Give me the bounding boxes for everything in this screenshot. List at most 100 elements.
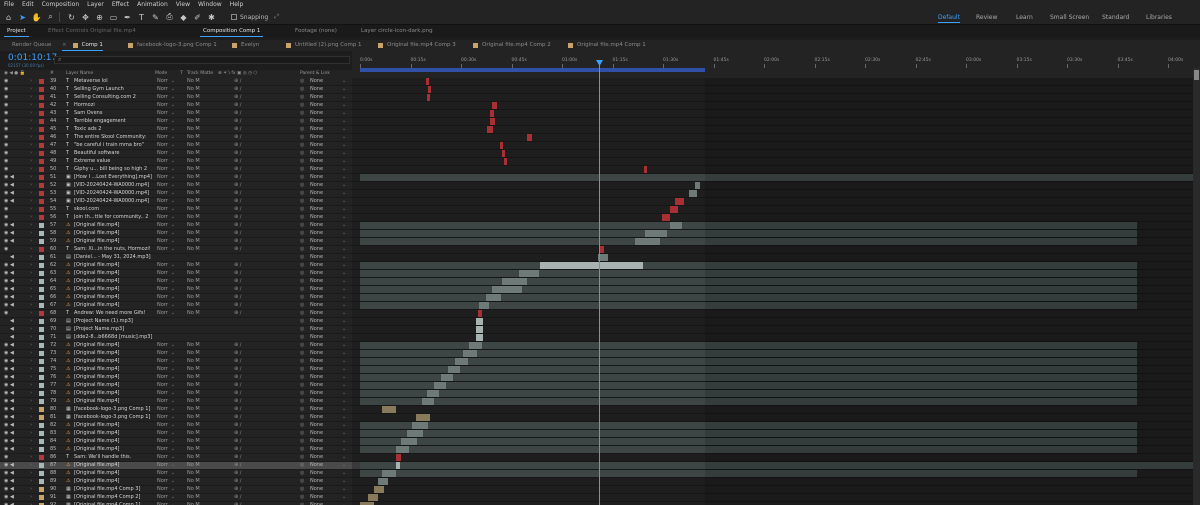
label-color-swatch[interactable] bbox=[39, 463, 44, 468]
parent-select[interactable]: None bbox=[310, 198, 346, 205]
expand-arrow-icon[interactable]: › bbox=[30, 438, 32, 445]
layer-name[interactable]: [Original file.mp4] bbox=[74, 238, 154, 245]
visibility-eye-icon[interactable]: ◉ bbox=[4, 294, 9, 301]
selection-tool-icon[interactable]: ➤ bbox=[17, 12, 28, 23]
layer-duration-bar[interactable] bbox=[427, 390, 439, 397]
layer-name[interactable]: Metaverse lol bbox=[74, 78, 154, 85]
layer-duration-bar[interactable] bbox=[368, 494, 378, 501]
visibility-eye-icon[interactable]: ◉ bbox=[4, 214, 9, 221]
expand-arrow-icon[interactable]: › bbox=[30, 174, 32, 181]
blend-mode-select[interactable]: Norr bbox=[157, 438, 175, 445]
blend-mode-select[interactable]: Norr bbox=[157, 302, 175, 309]
layer-duration-bar[interactable] bbox=[422, 398, 434, 405]
visibility-eye-icon[interactable] bbox=[4, 254, 9, 261]
pickwhip-icon[interactable]: ◎ bbox=[300, 94, 304, 101]
visibility-eye-icon[interactable]: ◉ bbox=[4, 262, 9, 269]
layer-duration-bar[interactable] bbox=[492, 286, 522, 293]
type-tool-icon[interactable]: T bbox=[136, 12, 147, 23]
layer-duration-bar[interactable] bbox=[476, 326, 483, 333]
label-color-swatch[interactable] bbox=[39, 439, 44, 444]
scrollbar-thumb[interactable] bbox=[1194, 70, 1199, 80]
layer-name[interactable]: [Original file.mp4] bbox=[74, 366, 154, 373]
parent-select[interactable]: None bbox=[310, 406, 346, 413]
pickwhip-icon[interactable]: ◎ bbox=[300, 374, 304, 381]
layer-row[interactable]: ◉◀ › 77 ⚠[Original file.mp4]Norr No M ⊕ ∕ ◎ Non… bbox=[0, 382, 352, 390]
label-color-swatch[interactable] bbox=[39, 215, 44, 220]
snapping-toggle[interactable]: Snapping ⤢ bbox=[231, 13, 279, 21]
layer-duration-bar[interactable] bbox=[469, 342, 482, 349]
audio-speaker-icon[interactable] bbox=[10, 166, 16, 173]
pickwhip-icon[interactable]: ◎ bbox=[300, 230, 304, 237]
brush-tool-icon[interactable]: ✎ bbox=[150, 12, 161, 23]
audio-speaker-icon[interactable]: ◀ bbox=[10, 262, 16, 269]
expand-arrow-icon[interactable]: › bbox=[30, 422, 32, 429]
blend-mode-select[interactable]: Norr bbox=[157, 150, 175, 157]
layer-name[interactable]: [Original file.mp4] bbox=[74, 390, 154, 397]
track-matte-select[interactable]: No M bbox=[187, 182, 200, 189]
expand-arrow-icon[interactable]: › bbox=[30, 462, 32, 469]
layer-switches[interactable]: ⊕ ∕ bbox=[234, 446, 241, 453]
label-color-swatch[interactable] bbox=[39, 271, 44, 276]
audio-speaker-icon[interactable] bbox=[10, 142, 16, 149]
layer-row[interactable]: ◉◀ › 91 ▦[Original file.mp4 Comp 2]Norr No M… bbox=[0, 494, 352, 502]
visibility-eye-icon[interactable] bbox=[4, 318, 9, 325]
pickwhip-icon[interactable]: ◎ bbox=[300, 278, 304, 285]
layer-switches[interactable]: ⊕ ∕ bbox=[234, 278, 241, 285]
audio-speaker-icon[interactable]: ◀ bbox=[10, 350, 16, 357]
label-color-swatch[interactable] bbox=[39, 87, 44, 92]
audio-speaker-icon[interactable]: ◀ bbox=[10, 414, 16, 421]
parent-select[interactable]: None bbox=[310, 374, 346, 381]
close-icon[interactable]: × bbox=[62, 40, 67, 51]
layer-switches[interactable]: ⊕ ∕ bbox=[234, 158, 241, 165]
audio-speaker-icon[interactable]: ◀ bbox=[10, 182, 16, 189]
label-color-swatch[interactable] bbox=[39, 311, 44, 316]
track-matte-select[interactable]: No M bbox=[187, 446, 200, 453]
tab-untitled-comp[interactable]: Untitled (2).png Comp 1 bbox=[286, 40, 362, 51]
visibility-eye-icon[interactable]: ◉ bbox=[4, 270, 9, 277]
layer-switches[interactable]: ⊕ ∕ bbox=[234, 94, 241, 101]
workspace-default[interactable]: Default bbox=[938, 10, 960, 25]
layer-switches[interactable]: ⊕ ∕ bbox=[234, 422, 241, 429]
layer-duration-bar[interactable] bbox=[478, 310, 482, 317]
layer-name[interactable]: Selling Consulting.com 2 bbox=[74, 94, 154, 101]
layer-name[interactable]: Giphy u... bill being so high 2 bbox=[74, 166, 154, 173]
layer-name[interactable]: [Original file.mp4] bbox=[74, 374, 154, 381]
visibility-eye-icon[interactable]: ◉ bbox=[4, 246, 9, 253]
blend-mode-select[interactable]: Norr bbox=[157, 358, 175, 365]
audio-speaker-icon[interactable] bbox=[10, 94, 16, 101]
layer-duration-bar[interactable] bbox=[490, 118, 495, 125]
expand-arrow-icon[interactable]: › bbox=[30, 78, 32, 85]
blend-mode-select[interactable]: Norr bbox=[157, 470, 175, 477]
track-matte-select[interactable]: No M bbox=[187, 406, 200, 413]
label-color-swatch[interactable] bbox=[39, 167, 44, 172]
pickwhip-icon[interactable]: ◎ bbox=[300, 222, 304, 229]
layer-row[interactable]: ◀ › 61 ▤ [Daniel... - May 31, 2024.mp3] ◎ None bbox=[0, 254, 352, 262]
audio-speaker-icon[interactable]: ◀ bbox=[10, 430, 16, 437]
zoom-tool-icon[interactable]: ⌕ bbox=[45, 12, 56, 23]
pickwhip-icon[interactable]: ◎ bbox=[300, 294, 304, 301]
track-matte-select[interactable]: No M bbox=[187, 486, 200, 493]
audio-speaker-icon[interactable] bbox=[10, 454, 16, 461]
blend-mode-select[interactable]: Norr bbox=[157, 110, 175, 117]
audio-speaker-icon[interactable]: ◀ bbox=[10, 486, 16, 493]
label-color-swatch[interactable] bbox=[39, 487, 44, 492]
layer-name[interactable]: [Original file.mp4] bbox=[74, 270, 154, 277]
expand-arrow-icon[interactable]: › bbox=[30, 478, 32, 485]
pickwhip-icon[interactable]: ◎ bbox=[300, 454, 304, 461]
audio-speaker-icon[interactable]: ◀ bbox=[10, 438, 16, 445]
label-color-swatch[interactable] bbox=[39, 407, 44, 412]
workspace-libraries[interactable]: Libraries bbox=[1146, 10, 1172, 25]
visibility-eye-icon[interactable]: ◉ bbox=[4, 94, 9, 101]
layer-name[interactable]: [Original file.mp4] bbox=[74, 470, 154, 477]
layer-switches[interactable]: ⊕ ∕ bbox=[234, 486, 241, 493]
track-matte-select[interactable]: No M bbox=[187, 190, 200, 197]
blend-mode-select[interactable]: Norr bbox=[157, 382, 175, 389]
layer-name[interactable]: Beautiful software bbox=[74, 150, 154, 157]
track-matte-select[interactable]: No M bbox=[187, 278, 200, 285]
parent-select[interactable]: None bbox=[310, 390, 346, 397]
layer-duration-bar[interactable] bbox=[448, 366, 460, 373]
pickwhip-icon[interactable]: ◎ bbox=[300, 302, 304, 309]
clone-stamp-icon[interactable]: ⎙ bbox=[164, 12, 175, 23]
label-color-swatch[interactable] bbox=[39, 143, 44, 148]
layer-row[interactable]: ◉◀ › 72 ⚠[Original file.mp4]Norr No M ⊕ ∕ ◎ Non… bbox=[0, 342, 352, 350]
